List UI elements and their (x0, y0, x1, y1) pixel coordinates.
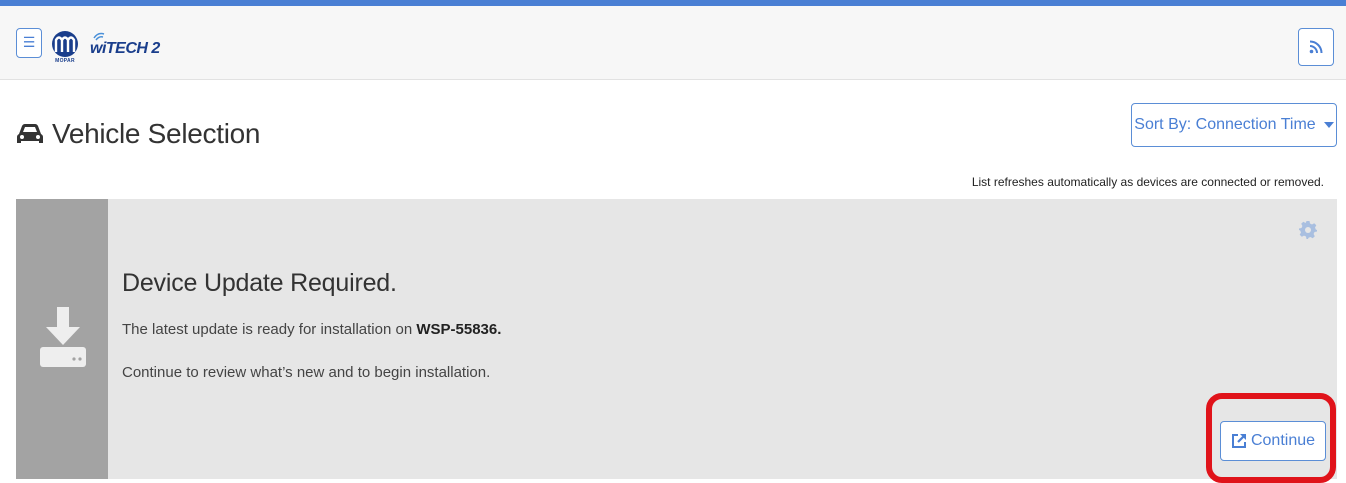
card-icon-panel (16, 199, 108, 479)
card-instructions: Continue to review what’s new and to beg… (122, 364, 491, 381)
device-update-card: Device Update Required. The latest updat… (16, 199, 1337, 479)
card-description: The latest update is ready for installat… (122, 321, 501, 338)
refresh-note: List refreshes automatically as devices … (971, 175, 1324, 189)
external-link-icon (1231, 434, 1246, 448)
sort-dropdown-label: Sort By: Connection Time (1134, 116, 1316, 133)
chevron-down-icon (1323, 122, 1334, 128)
device-id: WSP-55836. (416, 321, 502, 338)
menu-button[interactable]: ☰ (16, 28, 42, 58)
page-title: Vehicle Selection (52, 118, 261, 149)
card-description-text: The latest update is ready for installat… (122, 321, 417, 338)
hamburger-icon: ☰ (22, 35, 36, 51)
continue-button[interactable]: Continue (1220, 421, 1326, 461)
app-header: ☰ MOPAR wiTECH 2 (0, 6, 1346, 80)
page-title-row: Vehicle Selection (16, 112, 260, 156)
continue-button-label: Continue (1250, 432, 1316, 449)
witech-logo-text: wiTECH 2 (90, 40, 160, 57)
card-title: Device Update Required. (122, 269, 397, 297)
rss-icon (1309, 40, 1323, 54)
mopar-logo-label: MOPAR (55, 58, 75, 64)
download-icon (40, 307, 86, 367)
rss-button[interactable] (1298, 28, 1334, 66)
gear-icon[interactable] (1299, 221, 1317, 239)
car-icon (17, 124, 43, 143)
sort-dropdown[interactable]: Sort By: Connection Time (1131, 103, 1337, 147)
